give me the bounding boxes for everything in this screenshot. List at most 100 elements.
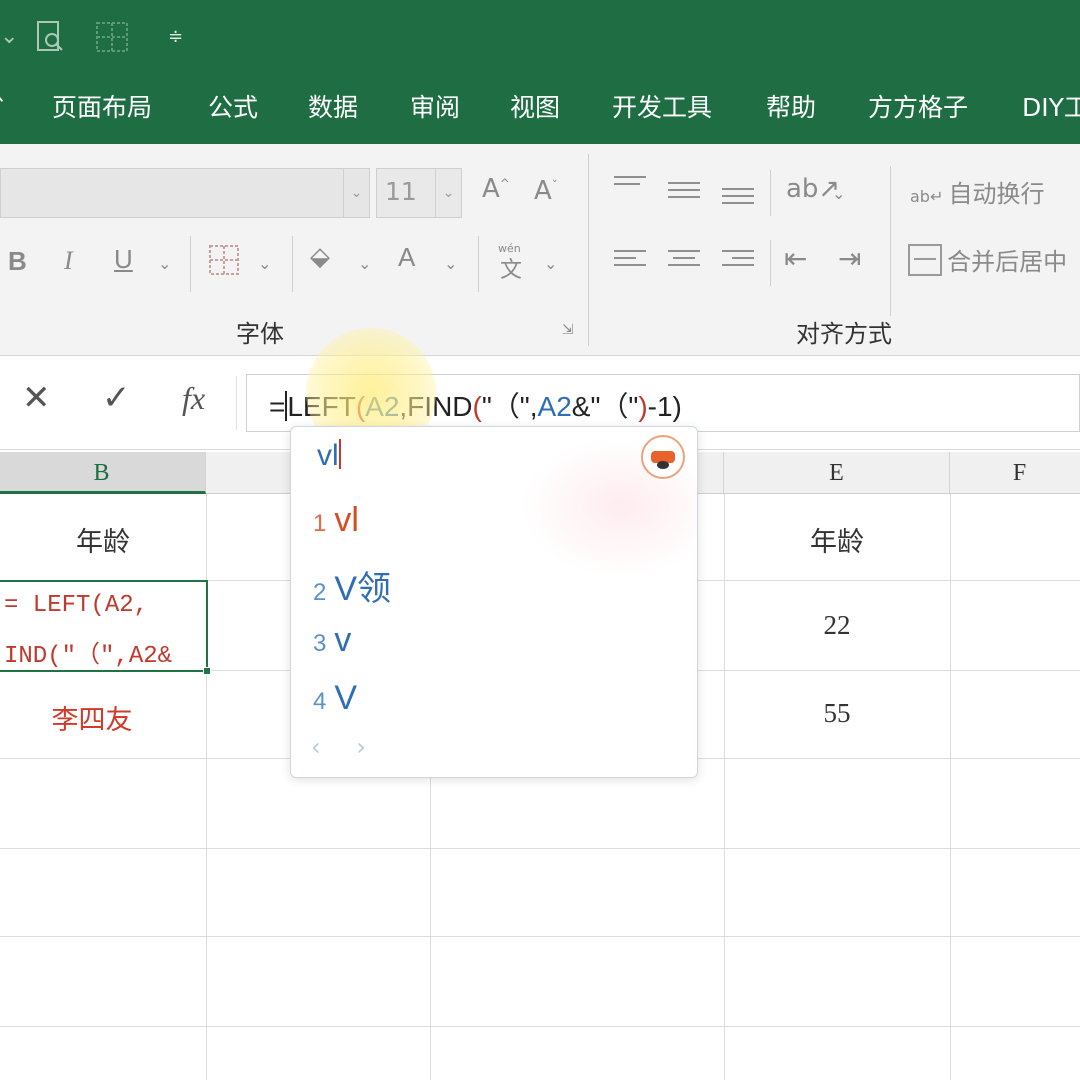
formula-string: "（",: [481, 391, 538, 422]
cell-b1[interactable]: 年龄: [0, 520, 206, 559]
align-right-icon[interactable]: [722, 250, 754, 276]
candidate-number: 3: [313, 630, 327, 657]
row-line: [0, 936, 1080, 937]
align-center-icon[interactable]: [668, 250, 700, 276]
bold-button[interactable]: B: [8, 246, 27, 277]
grow-font-button[interactable]: A^: [482, 174, 510, 204]
divider: [890, 166, 891, 316]
font-color-button[interactable]: A: [398, 242, 415, 273]
tab-help[interactable]: 帮助: [766, 88, 816, 124]
chevron-down-icon[interactable]: ⌄: [358, 254, 371, 273]
column-header-f[interactable]: F: [950, 452, 1080, 494]
ime-candidate-4[interactable]: 4V: [313, 679, 357, 718]
active-cell-b2[interactable]: = LEFT(A2, IND(″（″,A2&: [0, 580, 211, 675]
font-group-label: 字体: [236, 320, 284, 348]
formula-string: &"（": [571, 391, 639, 422]
column-header-b[interactable]: B: [0, 452, 206, 494]
phonetic-guide-button[interactable]: wén 文: [496, 242, 530, 283]
align-left-icon[interactable]: [614, 250, 646, 276]
candidate-text: V: [334, 679, 358, 717]
candidate-number: 1: [313, 510, 327, 537]
merge-center-label: 合并后居中: [947, 248, 1068, 276]
chevron-down-icon[interactable]: ⌄: [343, 169, 369, 217]
ribbon-home: ⌄ 11 ⌄ A^ Aˇ B I U ⌄ ⌄ ⬙ ⌄ A ⌄ wén 文 ⌄ 字…: [0, 144, 1080, 356]
enter-formula-icon[interactable]: ✓: [102, 378, 131, 418]
ime-candidate-window[interactable]: vl 1 vl 2 V领 3v 4V ‹ ›: [290, 426, 698, 778]
divider: [236, 376, 237, 430]
ime-page-nav[interactable]: ‹ ›: [311, 733, 380, 761]
formula-input[interactable]: =LEFT(A2,FIND("（",A2&"（")-1): [246, 374, 1080, 432]
ime-candidate-3[interactable]: 3v: [313, 621, 351, 660]
formula-fn-find: ,FIND: [399, 391, 473, 422]
formula-ref: A2: [365, 391, 400, 422]
tab-partial[interactable]: ᐠ: [0, 88, 5, 117]
col-line: [724, 494, 725, 1080]
chevron-down-icon[interactable]: ⌄: [0, 24, 18, 49]
formula-paren: (: [472, 391, 482, 422]
merge-center-button[interactable]: 合并后居中: [908, 242, 1067, 277]
italic-button[interactable]: I: [64, 246, 73, 276]
group-divider: [588, 154, 589, 346]
ime-candidate-1[interactable]: 1 vl: [313, 501, 359, 540]
active-cell-line-1: = LEFT(A2,: [4, 592, 149, 619]
merge-center-icon: [908, 243, 942, 276]
decrease-indent-icon[interactable]: ⇤: [784, 242, 807, 275]
align-bottom-icon[interactable]: [722, 188, 754, 214]
row-line: [0, 848, 1080, 849]
cell-e2[interactable]: 22: [724, 610, 950, 641]
font-name-dropdown[interactable]: ⌄: [0, 168, 370, 218]
tab-page-layout[interactable]: 页面布局: [52, 88, 152, 124]
divider: [478, 236, 479, 292]
shrink-font-button[interactable]: Aˇ: [534, 176, 558, 206]
align-top-icon[interactable]: [614, 176, 646, 202]
chevron-down-icon[interactable]: ⌄: [444, 254, 457, 273]
tab-developer[interactable]: 开发工具: [612, 88, 712, 124]
customize-qat-icon[interactable]: ≑: [168, 26, 183, 47]
chevron-down-icon[interactable]: ⌄: [435, 169, 461, 217]
formula-paren: ): [638, 391, 648, 422]
tab-review[interactable]: 审阅: [410, 88, 460, 124]
align-middle-icon[interactable]: [668, 182, 700, 208]
cell-e3[interactable]: 55: [724, 698, 950, 729]
print-preview-icon[interactable]: [36, 20, 66, 54]
active-cell-line-2: IND(″（″,A2&: [4, 643, 173, 670]
candidate-number: 2: [313, 579, 327, 606]
border-icon[interactable]: [208, 244, 240, 276]
ime-composition-text: vl: [317, 439, 339, 472]
underline-button[interactable]: U: [114, 244, 133, 275]
fill-handle[interactable]: [203, 667, 211, 675]
chevron-down-icon[interactable]: ⌄: [832, 184, 845, 203]
ime-logo-icon[interactable]: [641, 435, 685, 479]
formula-paren: (: [355, 391, 366, 422]
cell-b3[interactable]: 李四友: [0, 698, 184, 737]
tab-data[interactable]: 数据: [308, 88, 358, 124]
tab-view[interactable]: 视图: [510, 88, 560, 124]
chevron-down-icon[interactable]: ⌄: [544, 254, 557, 273]
col-line: [950, 494, 951, 1080]
chevron-down-icon[interactable]: ⌄: [258, 254, 271, 273]
tab-diy-tools[interactable]: DIY工: [1022, 88, 1080, 124]
tab-fangfang-gezi[interactable]: 方方格子: [868, 88, 968, 124]
chevron-down-icon[interactable]: ⌄: [158, 254, 171, 273]
cell-e1[interactable]: 年龄: [724, 520, 950, 559]
ime-candidate-2[interactable]: 2 V领: [313, 561, 391, 610]
cancel-formula-icon[interactable]: ✕: [22, 378, 51, 418]
candidate-text: V领: [334, 570, 392, 608]
candidate-number: 4: [313, 688, 327, 715]
shrink-font-icon: A: [534, 176, 552, 206]
table-grid-icon[interactable]: [96, 22, 128, 52]
ime-caret: [338, 439, 341, 469]
formula-fn-left: LEFT: [287, 391, 356, 422]
insert-function-icon[interactable]: fx: [182, 380, 205, 417]
dialog-launcher-icon[interactable]: ⇲: [562, 322, 574, 338]
row-line: [0, 1026, 1080, 1027]
candidate-text: v: [334, 621, 352, 659]
column-header-e[interactable]: E: [724, 452, 950, 494]
formula-ref: A2: [537, 391, 572, 422]
tab-formulas[interactable]: 公式: [208, 88, 258, 124]
font-size-dropdown[interactable]: 11 ⌄: [376, 168, 462, 218]
wrap-text-button[interactable]: ab↵ 自动换行: [910, 174, 1044, 209]
fill-color-icon[interactable]: ⬙: [310, 242, 330, 272]
divider: [190, 236, 191, 292]
increase-indent-icon[interactable]: ⇥: [838, 242, 861, 275]
